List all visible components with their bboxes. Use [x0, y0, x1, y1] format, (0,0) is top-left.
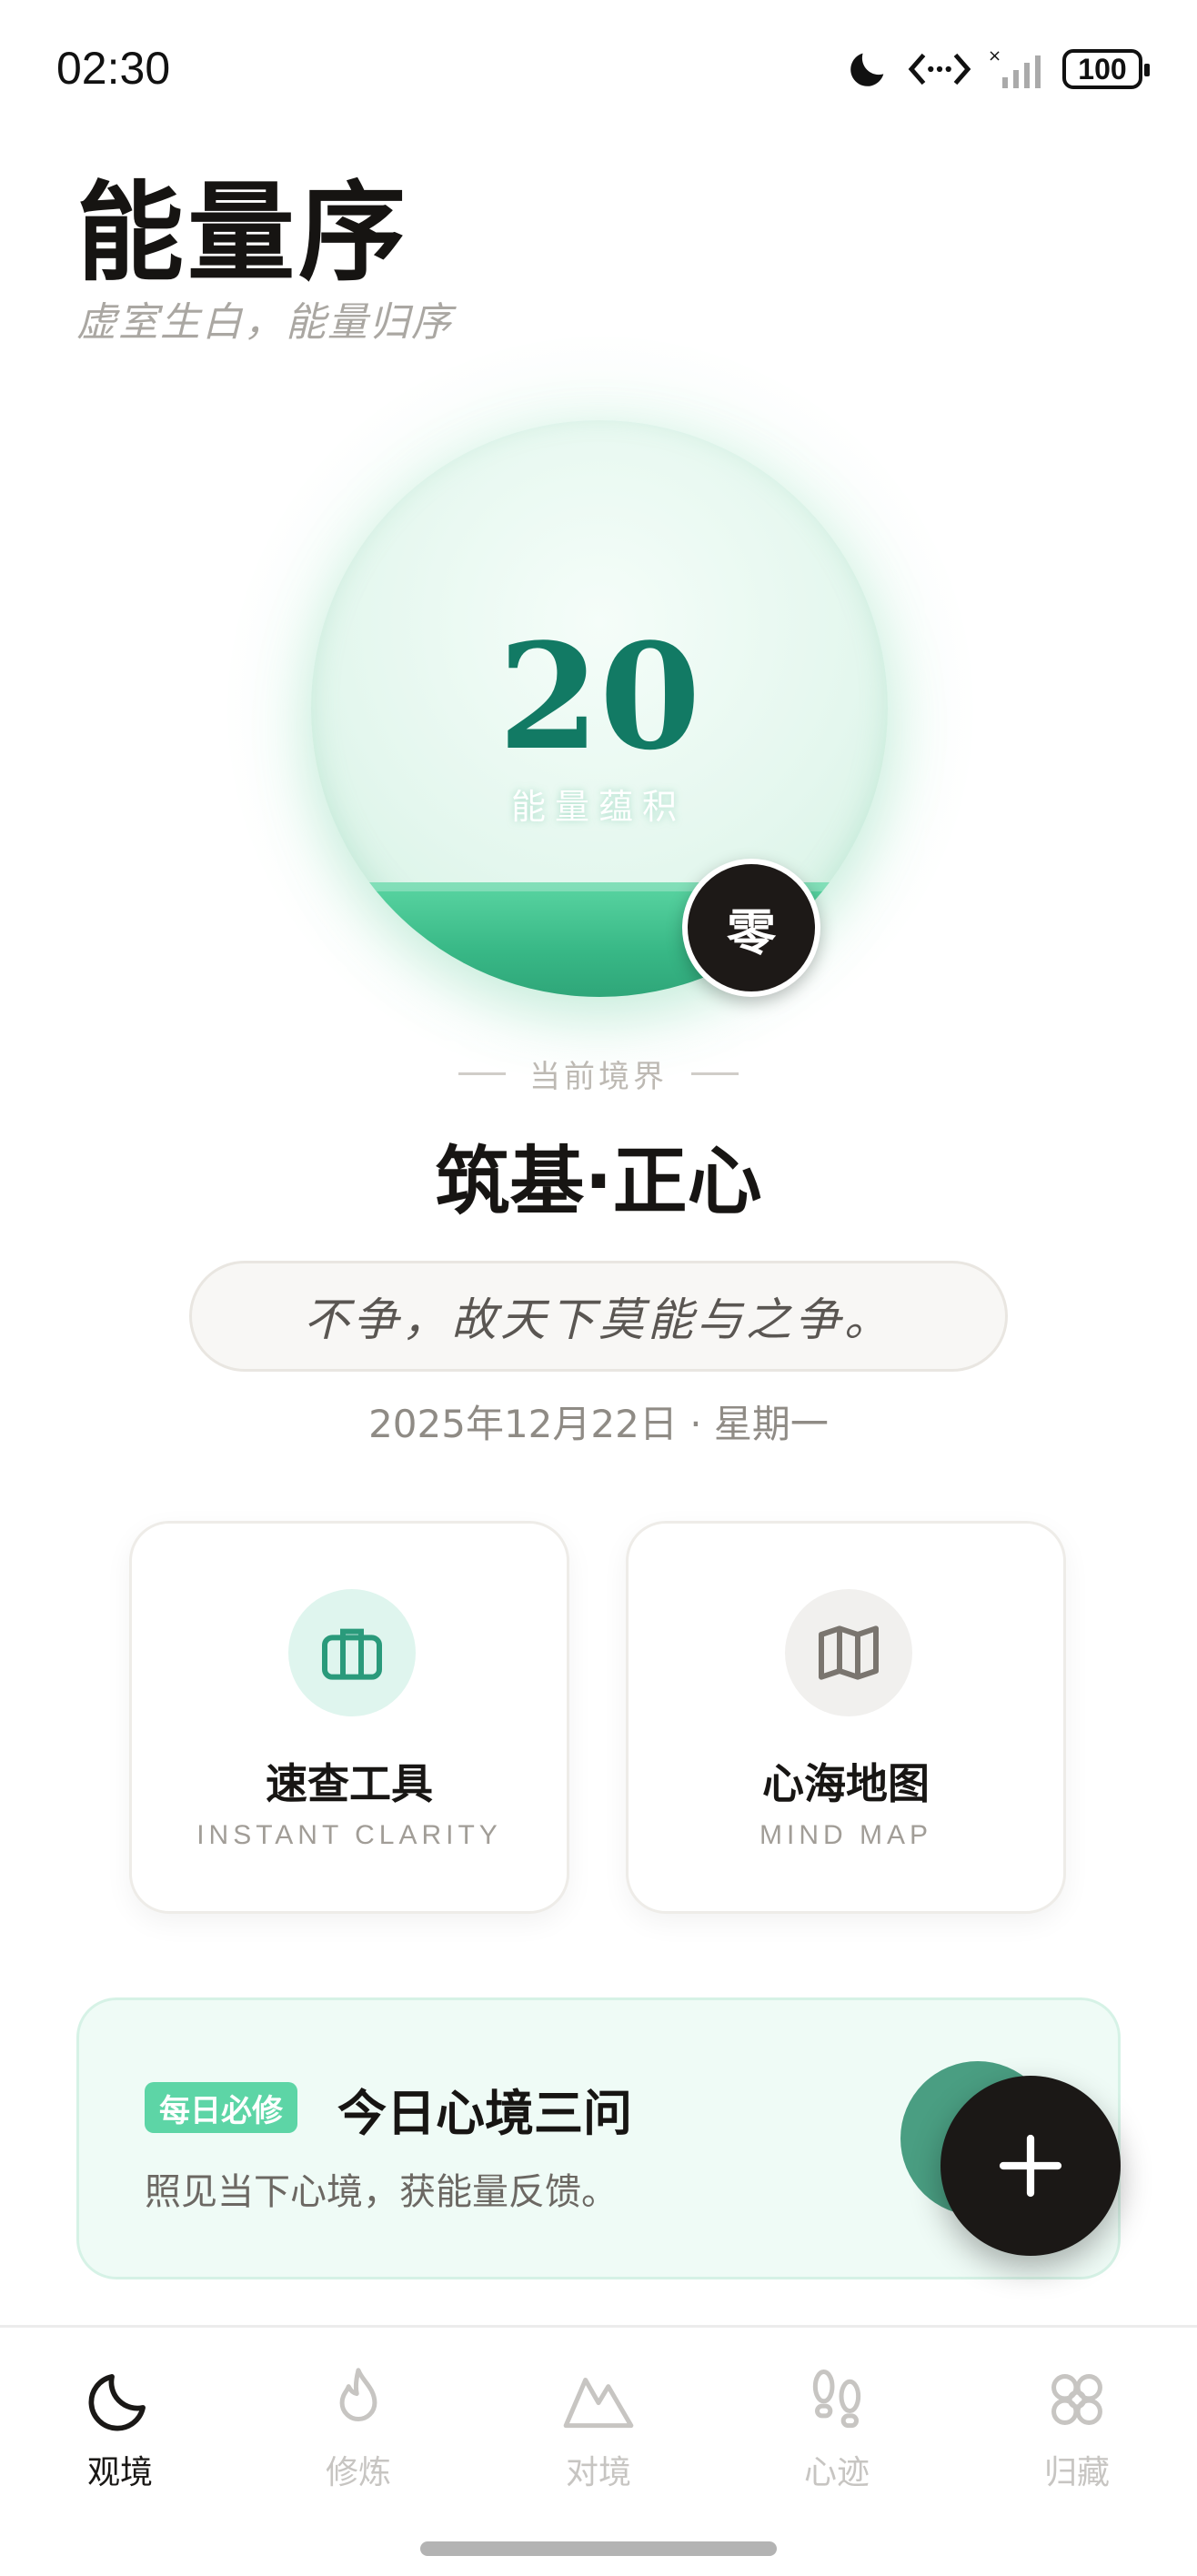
- mind-map-card[interactable]: 心海地图 MIND MAP: [626, 1521, 1066, 1914]
- moon-icon: [850, 53, 884, 86]
- tab-label: 修炼: [325, 2454, 391, 2491]
- status-bar: 02:30 × 100: [0, 0, 1197, 136]
- divider: [691, 1072, 739, 1075]
- tab-observe[interactable]: 观境: [29, 2348, 211, 2530]
- tab-label: 心迹: [803, 2454, 870, 2491]
- card-title: 心海地图: [762, 1759, 930, 1808]
- flower-icon: [1051, 2374, 1102, 2425]
- flame-icon: [339, 2368, 377, 2421]
- daily-description: 照见当下心境，获能量反馈。: [145, 2171, 618, 2213]
- svg-text:×: ×: [988, 46, 1001, 65]
- daily-tag: 每日必修: [145, 2082, 297, 2133]
- realm-caption-text: 当前境界: [529, 1059, 668, 1095]
- card-subtitle: INSTANT CLARITY: [196, 1820, 502, 1850]
- energy-value: 20: [498, 611, 701, 782]
- daily-title: 今日心境三问: [337, 2085, 632, 2142]
- realm-caption: 当前境界: [0, 1052, 1197, 1096]
- tab-label: 对境: [565, 2454, 631, 2491]
- tab-confront[interactable]: 对境: [508, 2348, 689, 2530]
- footprints-icon: [812, 2370, 861, 2429]
- instant-clarity-card[interactable]: 速查工具 INSTANT CLARITY: [129, 1521, 569, 1914]
- quote-pill: 不争，故天下莫能与之争。: [189, 1261, 1008, 1372]
- bottom-nav: 观境 修炼 对境 心迹 归藏: [0, 2325, 1197, 2576]
- realm-name: 筑基·正心: [435, 1139, 762, 1225]
- status-icons: × 100: [844, 42, 1150, 96]
- home-indicator[interactable]: [420, 2541, 777, 2556]
- tab-label: 归藏: [1043, 2454, 1110, 2491]
- signal-off-icon: ×: [988, 46, 1041, 88]
- page-subtitle: 虚室生白，能量归序: [76, 299, 453, 346]
- page-title: 能量序: [76, 170, 410, 296]
- status-time: 02:30: [56, 43, 171, 94]
- level-badge[interactable]: 零: [682, 859, 820, 997]
- plus-icon: [999, 2134, 1062, 2198]
- card-title: 速查工具: [266, 1759, 433, 1808]
- divider: [458, 1072, 506, 1075]
- tab-collection[interactable]: 归藏: [986, 2348, 1168, 2530]
- tab-label: 观境: [86, 2454, 153, 2491]
- battery-icon: 100: [1062, 49, 1150, 89]
- energy-label: 能量蕴积: [510, 787, 686, 827]
- tab-trace[interactable]: 心迹: [746, 2348, 928, 2530]
- data-transfer-icon: [908, 53, 971, 86]
- map-icon: [785, 1589, 912, 1716]
- briefcase-icon: [288, 1589, 416, 1716]
- card-subtitle: MIND MAP: [759, 1820, 932, 1850]
- mountain-icon: [563, 2377, 634, 2429]
- add-button[interactable]: [940, 2076, 1121, 2256]
- tab-practice[interactable]: 修炼: [267, 2348, 449, 2530]
- moon-icon: [88, 2374, 146, 2431]
- date-line: 2025年12月22日 · 星期一: [368, 1402, 829, 1446]
